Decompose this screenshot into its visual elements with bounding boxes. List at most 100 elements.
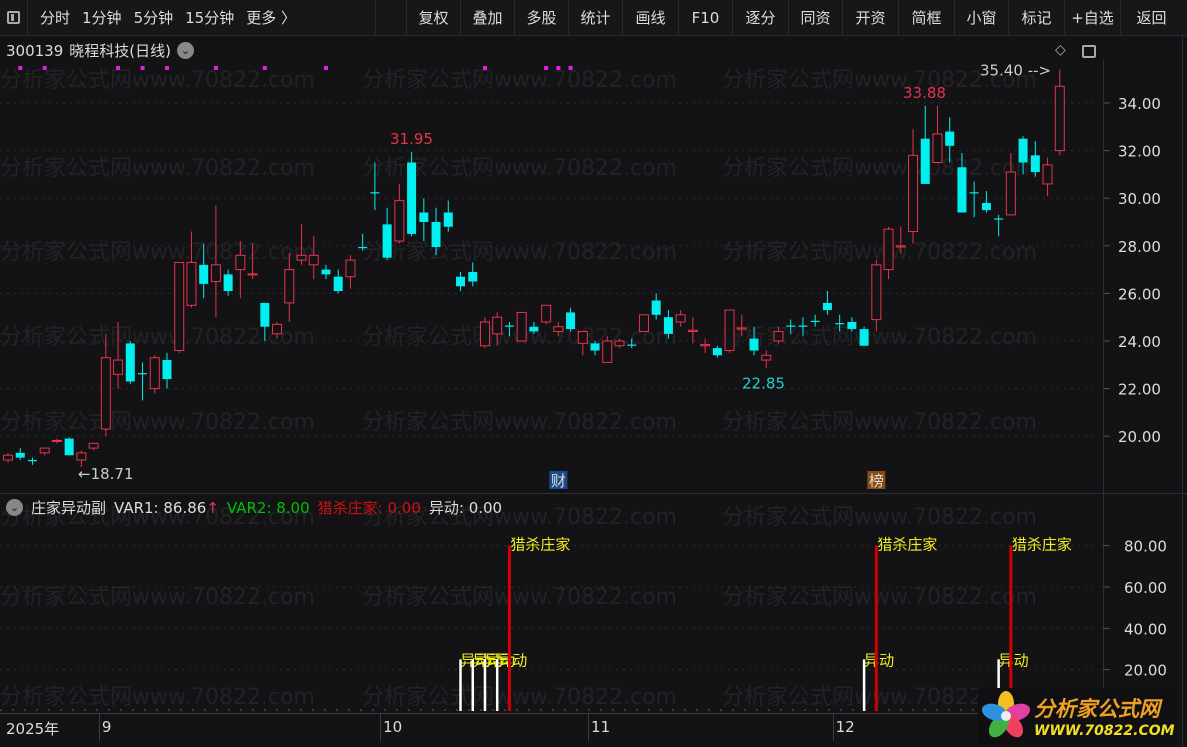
candle [479,317,490,349]
candle-body [847,321,857,330]
candle-body [1054,85,1065,152]
lieshazhuangjia-label: 猎杀庄家 [1012,536,1072,554]
price-chart[interactable]: 34.00 32.00 30.00 28.00 26.00 24.00 22.00 20.00… [0,60,1187,494]
candle [382,207,392,261]
candle [883,226,894,280]
indicator-chart[interactable]: 80.0060.0040.0020.00异动异动异动异动 异动 异动猎杀庄家 猎杀庄家… [0,518,1187,713]
toolbar-button-10[interactable]: 小窗 [954,0,1008,35]
candle [345,255,356,289]
period-tab-more[interactable]: 更多 〉 [240,7,302,28]
period-tab-fenshi[interactable]: 分时 [34,7,76,28]
candle-body [100,357,111,430]
toolbar-button-3[interactable]: 统计 [568,0,622,35]
price-tick-label: 22.00 [1118,381,1161,399]
toolbar-button-11[interactable]: 标记 [1008,0,1064,35]
toolbar-button-2[interactable]: 多股 [514,0,568,35]
candle [210,205,221,318]
candle [333,269,343,294]
indicator-tick-label: 80.00 [1124,538,1167,556]
candle-body [382,224,392,258]
candle [419,198,429,242]
indicator-title: 庄家异动副 [31,499,107,517]
logo: 分析家公式网 WWW.70822.COM [978,688,1176,744]
toolbar-button-13[interactable]: 返回 [1120,0,1182,35]
panel-icon [7,11,20,24]
candle-body [724,309,735,352]
candle-body [529,326,539,332]
price-tick-label: 34.00 [1118,95,1161,113]
yidong-label: 异动 [999,651,1029,669]
candle [186,231,197,308]
toolbar-button-6[interactable]: 逐分 [732,0,788,35]
candle [908,129,919,244]
candle [602,336,613,363]
candle-body [908,154,919,233]
date-axis: 2025年 9 10 11 12 [0,713,1103,741]
diamond-icon[interactable]: ◇ [1055,42,1066,58]
event-marker-dot [18,66,23,70]
candle-body [407,162,417,234]
candle-body [272,323,283,335]
chevron-down-icon[interactable]: ⌄ [6,499,23,516]
candle-body [162,360,172,380]
toolbar-button-12[interactable]: +自选 [1064,0,1120,35]
high-label-2: 33.88 [903,84,946,102]
candle-body [321,269,331,275]
candle [920,105,930,184]
period-tab-5min[interactable]: 5分钟 [128,7,180,28]
toolbar-button-8[interactable]: 开资 [842,0,898,35]
candle [541,304,552,325]
toolbar-button-7[interactable]: 同资 [788,0,842,35]
var1-value: VAR1: 86.86↑ [114,498,219,517]
candle [749,326,759,356]
candle-body [822,302,832,311]
yidong-label: 异动 [864,651,894,669]
candle [247,243,258,280]
candle-body [736,327,747,330]
panel-toggle-button[interactable] [0,0,28,35]
candle-body [468,271,478,282]
high-label-1: 31.95 [390,130,433,148]
stock-name: 晓程科技(日线) [69,42,171,60]
candle-body [883,228,894,271]
marker-bang-label: 榜 [869,472,884,490]
event-marker-dot [140,66,145,70]
candle [260,302,270,341]
candle [88,442,99,451]
candle [64,437,74,456]
candle [994,214,1004,237]
candle [113,321,124,389]
event-marker-dot [323,66,328,70]
candle-body [27,460,37,462]
candle-body [210,264,221,282]
chevron-down-icon[interactable]: ⌄ [177,42,194,59]
candle [27,457,37,465]
toolbar-button-4[interactable]: 画线 [622,0,678,35]
toolbar-button-9[interactable]: 简框 [898,0,954,35]
candle [296,224,307,265]
candle-body [479,321,490,347]
candle [504,321,514,337]
period-tab-1min[interactable]: 1分钟 [76,7,128,28]
period-tab-15min[interactable]: 15分钟 [179,7,240,28]
toolbar-button-5[interactable]: F10 [678,0,732,35]
toolbar-button-1[interactable]: 叠加 [460,0,514,35]
candle [786,319,796,334]
yidong-label: 异动 [497,651,527,669]
month-divider [832,714,834,741]
candle [614,338,625,349]
candle-body [810,320,820,322]
candle-body [663,317,673,334]
candle-body [773,330,784,342]
indicator-header: ⌄ 庄家异动副 VAR1: 86.86↑ VAR2: 8.00 猎杀庄家: 0.… [6,497,502,518]
candle [492,312,503,346]
candle [798,317,808,337]
panel-side-icon[interactable] [1082,45,1096,58]
candle-body [1030,155,1040,173]
toolbar-button-0[interactable]: 复权 [406,0,460,35]
indicator-tick-label: 20.00 [1124,662,1167,680]
candle [663,310,673,339]
candle [149,355,160,394]
candle [1018,136,1028,175]
candle [687,317,698,344]
